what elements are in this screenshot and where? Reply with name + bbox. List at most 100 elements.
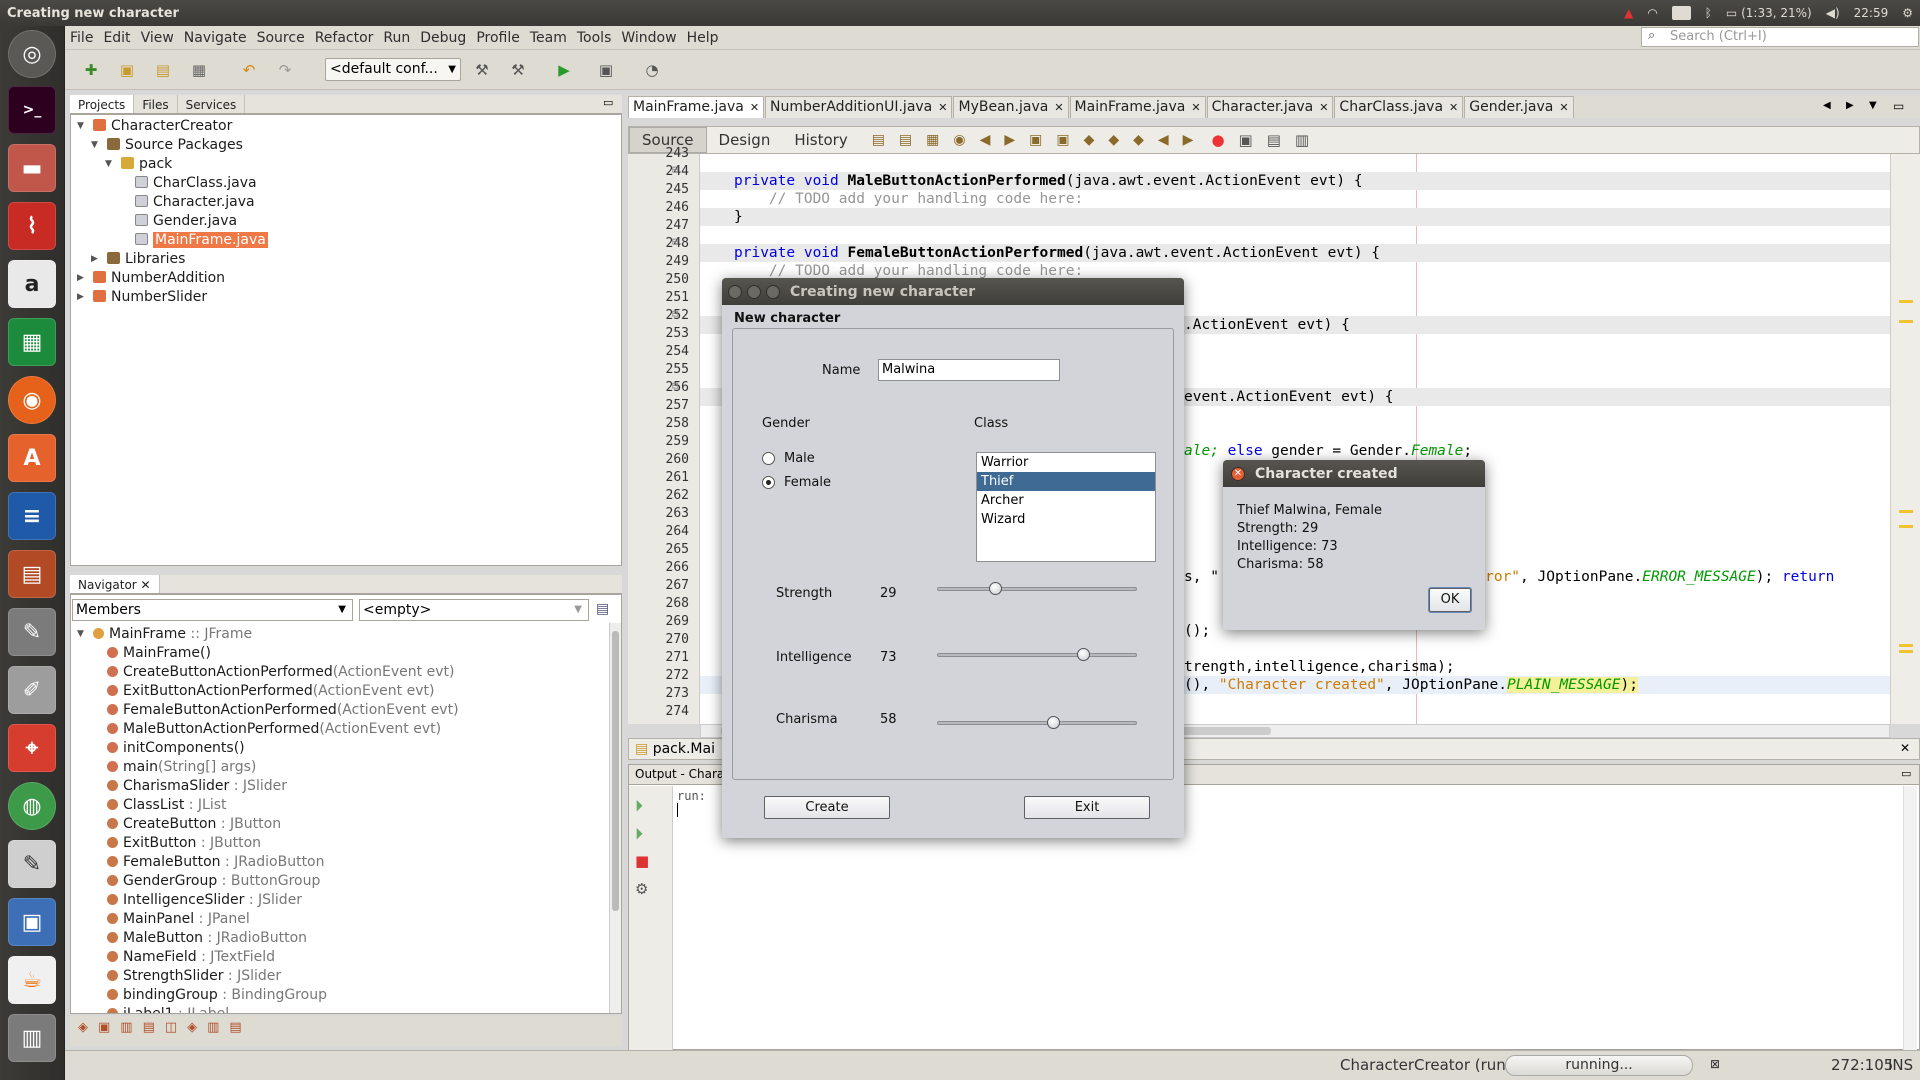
exit-button[interactable]: Exit: [1024, 796, 1150, 819]
navigator-item[interactable]: CreateButtonActionPerformed(ActionEvent …: [91, 663, 454, 682]
navigator-item[interactable]: NameField : JTextField: [91, 948, 275, 967]
build-icon[interactable]: ⚒: [471, 59, 493, 81]
tab-services[interactable]: Services: [178, 95, 246, 113]
menu-file[interactable]: File: [65, 30, 98, 46]
save-all-icon[interactable]: ▦: [188, 59, 210, 81]
maximize-icon[interactable]: ▭: [1893, 99, 1904, 113]
menu-debug[interactable]: Debug: [415, 30, 471, 46]
navigator-item[interactable]: initComponents(): [91, 739, 245, 758]
navigator-item[interactable]: FemaleButtonActionPerformed(ActionEvent …: [91, 701, 459, 720]
undo-icon[interactable]: ↶: [238, 59, 260, 81]
cancel-icon[interactable]: ⊠: [1710, 1057, 1720, 1071]
files-icon[interactable]: ▬: [8, 144, 56, 192]
close-icon[interactable]: ✕: [1449, 101, 1458, 114]
wifi-icon[interactable]: ◠: [1647, 6, 1657, 20]
intelligence-slider[interactable]: [937, 648, 1137, 661]
navigator-item[interactable]: MaleButton : JRadioButton: [91, 929, 307, 948]
menu-team[interactable]: Team: [525, 30, 572, 46]
menu-window[interactable]: Window: [616, 30, 681, 46]
tree-item-source-packages[interactable]: ▼ Source Packages: [91, 136, 243, 155]
bluetooth-icon[interactable]: ᛒ: [1705, 6, 1712, 20]
tab-mybean[interactable]: MyBean.java ✕: [953, 96, 1069, 118]
maximize-icon[interactable]: [766, 284, 780, 299]
members-select[interactable]: Members ▼: [72, 599, 353, 621]
chrome-icon[interactable]: ◍: [8, 782, 56, 830]
menu-edit[interactable]: Edit: [98, 30, 135, 46]
tree-item-pack[interactable]: ▼ pack: [105, 155, 172, 174]
strength-slider[interactable]: [937, 582, 1137, 595]
navigator-item[interactable]: CreateButton : JButton: [91, 815, 281, 834]
terminal-icon[interactable]: >_: [8, 86, 56, 134]
keyboard-layout[interactable]: Pl: [1671, 6, 1691, 20]
volume-icon[interactable]: ◀): [1826, 6, 1840, 20]
menu-refactor[interactable]: Refactor: [310, 30, 379, 46]
close-icon[interactable]: ✕: [1054, 101, 1063, 114]
navigator-item[interactable]: ClassList : JList: [91, 796, 227, 815]
profile-icon[interactable]: ◔: [641, 59, 663, 81]
create-button[interactable]: Create: [764, 796, 890, 819]
redo-icon[interactable]: ↷: [274, 59, 296, 81]
class-list-item-wizard[interactable]: Wizard: [977, 510, 1155, 529]
close-icon[interactable]: [728, 284, 742, 299]
message-titlebar[interactable]: ✕ Character created: [1223, 460, 1485, 487]
filter-select[interactable]: <empty> ▼: [359, 599, 589, 621]
close-icon[interactable]: ✕: [141, 578, 151, 592]
menu-tools[interactable]: Tools: [572, 30, 617, 46]
close-icon[interactable]: ✕: [1191, 101, 1200, 114]
stop-icon[interactable]: ●: [1211, 131, 1224, 149]
open-project-icon[interactable]: ▤: [152, 59, 174, 81]
navigator-item[interactable]: MainPanel : JPanel: [91, 910, 250, 929]
output-text[interactable]: run:: [677, 789, 706, 820]
screenshot-icon[interactable]: ⌖: [8, 724, 56, 772]
class-list-item-archer[interactable]: Archer: [977, 491, 1155, 510]
output-scrollbar[interactable]: [1903, 786, 1917, 1050]
menu-profile[interactable]: Profile: [471, 30, 525, 46]
strength-slider-knob[interactable]: [989, 582, 1002, 595]
tab-navigator[interactable]: Navigator ✕: [70, 575, 160, 593]
error-stripe[interactable]: [1890, 154, 1920, 724]
navigator-item[interactable]: StrengthSlider : JSlider: [91, 967, 281, 986]
writer-icon[interactable]: ≡: [8, 492, 56, 540]
tree-item-charactercreator[interactable]: ▼ CharacterCreator: [77, 117, 232, 136]
menu-source[interactable]: Source: [252, 30, 310, 46]
tree-item-gender-java[interactable]: Gender.java: [119, 212, 237, 231]
navigator-item[interactable]: FemaleButton : JRadioButton: [91, 853, 325, 872]
tab-scroll-left-icon[interactable]: ◀: [1823, 100, 1831, 111]
tree-item-character-java[interactable]: Character.java: [119, 193, 255, 212]
trash-icon[interactable]: ▥: [8, 1014, 56, 1062]
tab-character[interactable]: Character.java ✕: [1206, 96, 1334, 118]
expand-down-icon[interactable]: ▼: [105, 155, 112, 174]
tree-item-libraries[interactable]: ▶ Libraries: [91, 250, 185, 269]
minimize-icon[interactable]: ▭: [603, 96, 613, 109]
warning-icon[interactable]: ▲: [1624, 6, 1633, 20]
expand-right-icon[interactable]: ▶: [77, 288, 84, 307]
close-icon[interactable]: ✕: [750, 101, 759, 114]
name-field[interactable]: Malwina: [878, 359, 1060, 381]
fold-icon[interactable]: ⊟: [672, 235, 679, 248]
close-icon[interactable]: ✕: [1900, 741, 1910, 755]
tree-item-charclass-java[interactable]: CharClass.java: [119, 174, 257, 193]
settings-icon[interactable]: ⚙: [635, 880, 648, 898]
dialog-titlebar[interactable]: Creating new character: [722, 278, 1184, 305]
scroll-thumb[interactable]: [612, 631, 619, 911]
minimize-icon[interactable]: [747, 284, 761, 299]
male-label[interactable]: Male: [784, 451, 815, 466]
gear-icon[interactable]: ⚙: [1902, 6, 1913, 20]
software-center-icon[interactable]: A: [8, 434, 56, 482]
close-icon[interactable]: ✕: [1231, 466, 1245, 481]
tab-scroll-right-icon[interactable]: ▶: [1846, 100, 1854, 111]
pdf-icon[interactable]: ⌇: [8, 202, 56, 250]
female-label[interactable]: Female: [784, 475, 831, 490]
tab-projects[interactable]: Projects: [70, 95, 135, 113]
class-list[interactable]: Warrior Thief Archer Wizard: [976, 452, 1156, 562]
virtualbox-icon[interactable]: ▣: [8, 898, 56, 946]
debug-icon[interactable]: ▣: [595, 59, 617, 81]
tab-numberadditionui[interactable]: NumberAdditionUI.java ✕: [765, 96, 953, 118]
mode-history[interactable]: History: [782, 128, 859, 152]
clean-build-icon[interactable]: ⚒: [507, 59, 529, 81]
fold-icon[interactable]: ⊟: [672, 163, 679, 176]
close-icon[interactable]: ✕: [1559, 101, 1568, 114]
menu-navigate[interactable]: Navigate: [179, 30, 252, 46]
expand-right-icon[interactable]: ▶: [91, 250, 98, 269]
menu-help[interactable]: Help: [682, 30, 724, 46]
